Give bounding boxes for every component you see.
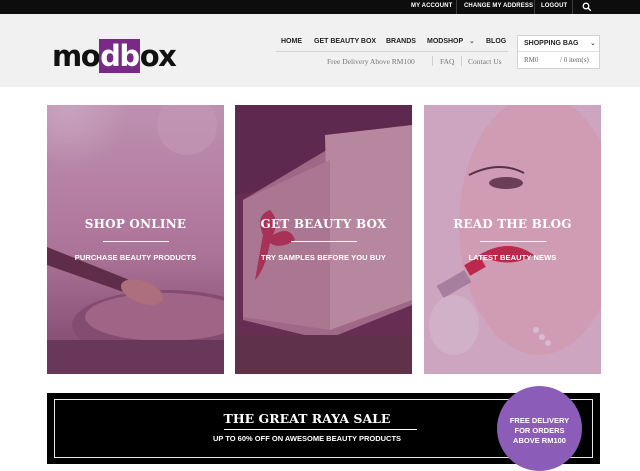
panel-title: READ THE BLOG: [453, 217, 572, 231]
shopping-bag-label: SHOPPING BAG: [524, 40, 579, 47]
divider: [432, 56, 433, 66]
panel-title: GET BEAUTY BOX: [260, 217, 387, 231]
contact-us-link[interactable]: Contact Us: [468, 57, 502, 66]
free-delivery-badge: FREE DELIVERY FOR ORDERS ABOVE RM100: [497, 386, 582, 471]
get-beauty-box-panel[interactable]: GET BEAUTY BOX TRY SAMPLES BEFORE YOU BU…: [235, 105, 412, 374]
panel-title: SHOP ONLINE: [84, 217, 187, 231]
panel-subtitle: LATEST BEAUTY NEWS: [468, 253, 557, 262]
nav-blog[interactable]: BLOG: [486, 38, 506, 50]
nav-get-beauty-box[interactable]: GET BEAUTY BOX: [314, 38, 376, 50]
shopping-bag-widget[interactable]: SHOPPING BAG ⌄ RM0 / 0 item(s): [517, 35, 600, 69]
divider: [480, 241, 546, 242]
divider: [534, 0, 535, 14]
top-bar: MY ACCOUNT CHANGE MY ADDRESS LOGOUT: [0, 0, 640, 14]
faq-link[interactable]: FAQ: [440, 57, 454, 66]
divider: [572, 0, 573, 14]
divider: [291, 241, 357, 242]
nav-divider: [276, 51, 508, 52]
read-the-blog-panel[interactable]: READ THE BLOG LATEST BEAUTY NEWS: [424, 105, 601, 374]
divider: [103, 241, 169, 242]
panel-subtitle: TRY SAMPLES BEFORE YOU BUY: [261, 253, 386, 262]
divider: [224, 429, 417, 430]
sale-title: THE GREAT RAYA SALE: [223, 411, 391, 426]
site-header: modbox HOME GET BEAUTY BOX BRANDS MODSHO…: [0, 14, 640, 87]
sale-subtitle: UP TO 60% OFF ON AWESOME BEAUTY PRODUCTS: [212, 434, 402, 443]
search-icon[interactable]: [582, 2, 592, 12]
badge-line: FOR ORDERS: [514, 426, 565, 435]
chevron-down-icon[interactable]: ⌄: [469, 37, 475, 45]
modbox-logo[interactable]: modbox: [52, 39, 177, 73]
free-delivery-link[interactable]: Free Delivery Above RM100: [327, 57, 415, 66]
badge-line: FREE DELIVERY: [509, 416, 570, 425]
panel-subtitle: PURCHASE BEAUTY PRODUCTS: [74, 253, 197, 262]
bag-item-count: / 0 item(s): [560, 56, 589, 64]
overlay: [47, 105, 224, 374]
nav-brands[interactable]: BRANDS: [386, 38, 416, 50]
bag-amount: RM0: [524, 56, 539, 64]
divider: [518, 51, 599, 52]
logout-link[interactable]: LOGOUT: [541, 3, 567, 9]
overlay: [235, 105, 412, 374]
badge-line: ABOVE RM100: [513, 436, 566, 445]
overlay: [424, 105, 601, 374]
change-address-link[interactable]: CHANGE MY ADDRESS: [464, 3, 533, 9]
chevron-down-icon[interactable]: ⌄: [590, 39, 596, 47]
divider: [461, 56, 462, 66]
divider: [456, 0, 457, 14]
nav-modshop[interactable]: MODSHOP: [427, 38, 463, 50]
nav-home[interactable]: HOME: [281, 38, 302, 50]
shop-online-panel[interactable]: SHOP ONLINE PURCHASE BEAUTY PRODUCTS: [47, 105, 224, 374]
my-account-link[interactable]: MY ACCOUNT: [411, 3, 452, 9]
